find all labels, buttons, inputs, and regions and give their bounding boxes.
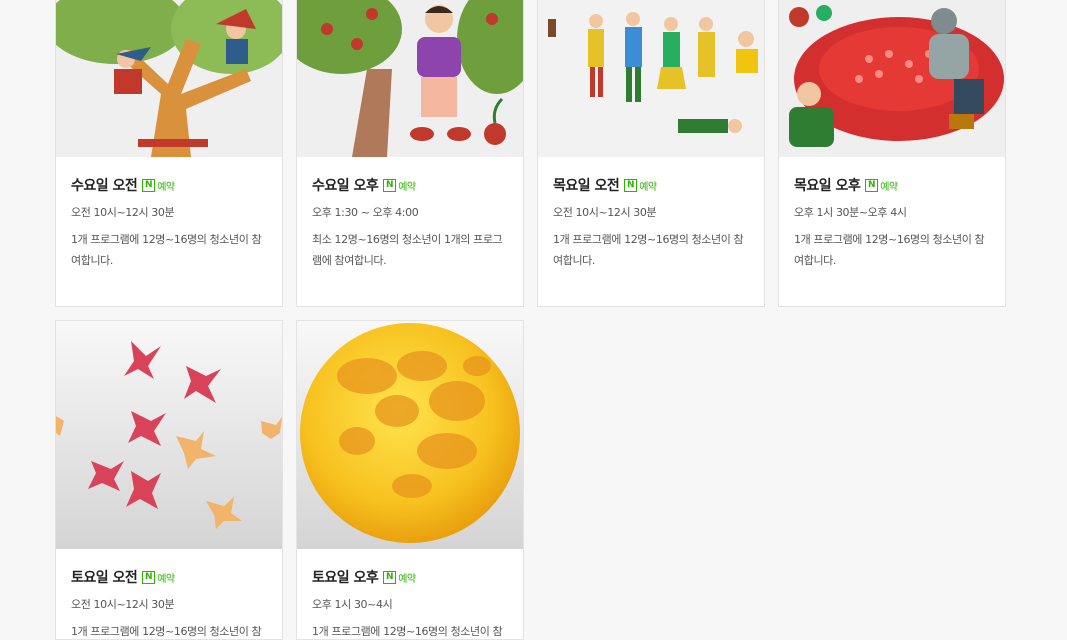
card-title[interactable]: 목요일 오전 xyxy=(553,175,620,195)
program-card-thu-am[interactable]: 목요일 오전 N 예약 오전 10시~12시 30분 1개 프로그램에 12명~… xyxy=(537,0,765,307)
card-title[interactable]: 수요일 오전 xyxy=(71,175,138,195)
reservation-label: 예약 xyxy=(157,181,175,193)
card-description: 1개 프로그램에 12명~16명의 청소년이 참여합니다. xyxy=(312,625,503,638)
program-card-sat-am[interactable]: 토요일 오전 N 예약 오전 10시~12시 30분 1개 프로그램에 12명~… xyxy=(55,320,283,640)
card-time: 오전 10시~12시 30분 xyxy=(71,598,175,611)
full-moon-image xyxy=(297,321,523,549)
naver-reservation-badge[interactable]: N 예약 xyxy=(142,178,175,193)
naver-n-icon: N xyxy=(383,570,397,584)
children-group-drawing-image xyxy=(538,0,764,157)
naver-n-icon: N xyxy=(142,178,156,192)
card-description: 1개 프로그램에 12명~16명의 청소년이 참여합니다. xyxy=(71,233,262,267)
card-time: 오전 10시~12시 30분 xyxy=(71,206,175,219)
program-card-thu-pm[interactable]: 목요일 오후 N 예약 오후 1시 30분~오후 4시 1개 프로그램에 12명… xyxy=(778,0,1006,307)
card-time: 오후 1시 30분~오후 4시 xyxy=(794,206,907,219)
naver-n-icon: N xyxy=(624,178,638,192)
reservation-label: 예약 xyxy=(639,181,657,193)
card-time: 오전 10시~12시 30분 xyxy=(553,206,657,219)
card-description: 최소 12명~16명의 청소년이 1개의 프로그램에 참여합니다. xyxy=(312,233,503,267)
naver-n-icon: N xyxy=(383,178,397,192)
naver-reservation-badge[interactable]: N 예약 xyxy=(383,570,416,585)
naver-reservation-badge[interactable]: N 예약 xyxy=(383,178,416,193)
naver-reservation-badge[interactable]: N 예약 xyxy=(865,178,898,193)
naver-reservation-badge[interactable]: N 예약 xyxy=(624,178,657,193)
children-with-red-tub-drawing-image xyxy=(779,0,1005,157)
card-description: 1개 프로그램에 12명~16명의 청소년이 참여합니다. xyxy=(71,625,262,638)
paper-flowers-image xyxy=(56,321,282,549)
card-time: 오후 1:30 ~ 오후 4:00 xyxy=(312,206,419,219)
naver-n-icon: N xyxy=(142,570,156,584)
card-description: 1개 프로그램에 12명~16명의 청소년이 참여합니다. xyxy=(794,233,985,267)
card-time: 오후 1시 30~4시 xyxy=(312,598,393,611)
program-card-wed-am[interactable]: 수요일 오전 N 예약 오전 10시~12시 30분 1개 프로그램에 12명~… xyxy=(55,0,283,307)
card-title[interactable]: 토요일 오후 xyxy=(312,567,379,587)
naver-reservation-badge[interactable]: N 예약 xyxy=(142,570,175,585)
card-title[interactable]: 목요일 오후 xyxy=(794,175,861,195)
reservation-label: 예약 xyxy=(398,573,416,585)
child-and-tree-drawing-image xyxy=(297,0,523,157)
card-title[interactable]: 토요일 오전 xyxy=(71,567,138,587)
naver-n-icon: N xyxy=(865,178,879,192)
children-in-tree-drawing-image xyxy=(56,0,282,157)
reservation-label: 예약 xyxy=(398,181,416,193)
reservation-label: 예약 xyxy=(157,573,175,585)
card-title[interactable]: 수요일 오후 xyxy=(312,175,379,195)
program-card-sat-pm[interactable]: 토요일 오후 N 예약 오후 1시 30~4시 1개 프로그램에 12명~16명… xyxy=(296,320,524,640)
program-card-wed-pm[interactable]: 수요일 오후 N 예약 오후 1:30 ~ 오후 4:00 최소 12명~16명… xyxy=(296,0,524,307)
reservation-label: 예약 xyxy=(880,181,898,193)
card-description: 1개 프로그램에 12명~16명의 청소년이 참여합니다. xyxy=(553,233,744,267)
